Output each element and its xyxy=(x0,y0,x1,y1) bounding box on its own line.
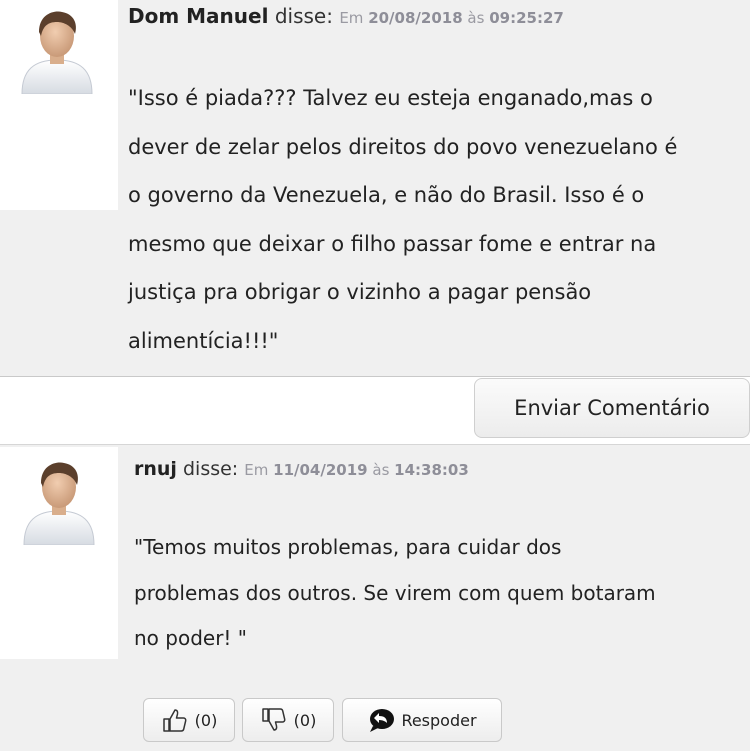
date-prefix: Em xyxy=(339,9,364,27)
user-avatar-icon xyxy=(23,462,95,545)
comment-author: Dom Manuel xyxy=(128,4,269,28)
comment-said-label: disse: xyxy=(274,4,333,28)
comment-header: Dom Manuel disse: Em 20/08/2018 às 09:25… xyxy=(128,4,564,28)
comment-text: "Isso é piada??? Talvez eu esteja engana… xyxy=(128,86,678,353)
avatar-container xyxy=(0,447,118,659)
dislike-button[interactable]: (0) xyxy=(242,698,334,742)
comment-timestamp: Em 11/04/2019 às 14:38:03 xyxy=(244,461,469,479)
comment-timestamp: Em 20/08/2018 às 09:25:27 xyxy=(339,9,564,27)
comment-date: 11/04/2019 xyxy=(273,461,368,479)
comment-item: Dom Manuel disse: Em 20/08/2018 às 09:25… xyxy=(0,0,750,377)
date-prefix: Em xyxy=(244,461,269,479)
comment-author: rnuj xyxy=(134,458,177,480)
user-avatar-icon xyxy=(21,11,93,94)
comment-date: 20/08/2018 xyxy=(368,9,463,27)
thumbs-down-icon xyxy=(260,706,288,734)
avatar-container xyxy=(0,0,118,210)
comment-said-label: disse: xyxy=(182,458,239,480)
thumbs-up-icon xyxy=(161,706,189,734)
time-prefix: às xyxy=(467,9,485,27)
dislike-count: (0) xyxy=(293,710,317,730)
send-comment-button[interactable]: Enviar Comentário xyxy=(474,378,750,438)
reply-button[interactable]: Respoder xyxy=(342,698,502,742)
comment-text: "Temos muitos problemas, para cuidar dos… xyxy=(134,535,656,650)
like-count: (0) xyxy=(194,710,218,730)
time-prefix: às xyxy=(372,461,390,479)
comment-time: 09:25:27 xyxy=(489,9,564,27)
reply-label: Respoder xyxy=(401,710,477,730)
comment-time: 14:38:03 xyxy=(394,461,469,479)
like-button[interactable]: (0) xyxy=(143,698,235,742)
comment-header: rnuj disse: Em 11/04/2019 às 14:38:03 xyxy=(134,458,469,480)
reply-bubble-icon xyxy=(367,706,395,734)
